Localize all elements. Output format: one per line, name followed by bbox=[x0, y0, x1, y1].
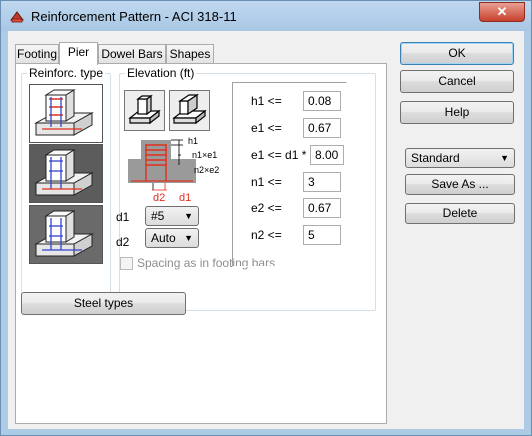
app-icon bbox=[10, 11, 24, 23]
chevron-down-icon: ▼ bbox=[184, 233, 193, 243]
pier-pattern-2-icon bbox=[34, 149, 94, 196]
parameters-panel: h1 <= 0.08 e1 <= 0.67 e1 <= d1 * 8.00 n1… bbox=[232, 82, 347, 267]
pier-tab-panel: Reinforc. type Elevation (ft) h1 n1×e1 n… bbox=[15, 63, 387, 424]
e1-d1-multiplier-input[interactable]: 8.00 bbox=[310, 145, 344, 165]
dialog-client: Footing Pier Dowel Bars Shapes Reinforc.… bbox=[8, 31, 524, 429]
param-label-n2: n2 <= bbox=[251, 228, 282, 242]
pier-pattern-1-icon bbox=[34, 89, 94, 136]
param-label-h1: h1 <= bbox=[251, 94, 282, 108]
delete-button[interactable]: Delete bbox=[405, 203, 515, 224]
steel-types-button[interactable]: Steel types bbox=[21, 292, 186, 315]
ok-button[interactable]: OK bbox=[400, 42, 514, 65]
reinforc-type-label: Reinforc. type bbox=[27, 66, 106, 80]
d2-label: d2 bbox=[116, 235, 130, 249]
preset-value: Standard bbox=[411, 151, 460, 165]
elevation-label: Elevation (ft) bbox=[125, 66, 197, 80]
tab-shapes[interactable]: Shapes bbox=[166, 44, 214, 64]
d2-bar-size-value: Auto bbox=[151, 231, 176, 245]
elevation-group: Elevation (ft) h1 n1×e1 n2×e2 d2 d1 d1 #… bbox=[116, 66, 376, 311]
n1-input[interactable]: 3 bbox=[303, 172, 341, 192]
param-label-e2: e2 <= bbox=[251, 201, 282, 215]
e1-input[interactable]: 0.67 bbox=[303, 118, 341, 138]
param-label-n1: n1 <= bbox=[251, 175, 282, 189]
tab-dowel-bars[interactable]: Dowel Bars bbox=[98, 44, 166, 64]
reinforc-type-group: Reinforc. type bbox=[21, 66, 111, 306]
diagram-label-n2e2: n2×e2 bbox=[194, 165, 220, 175]
save-as-button[interactable]: Save As ... bbox=[405, 174, 515, 195]
dialog-window: Reinforcement Pattern - ACI 318-11 ✕ Foo… bbox=[0, 0, 532, 436]
param-label-e1-d1: e1 <= d1 * bbox=[251, 148, 307, 162]
elevation-view-button-2[interactable] bbox=[169, 90, 210, 131]
elevation-view-button-1[interactable] bbox=[124, 90, 165, 131]
diagram-label-h1: h1 bbox=[188, 136, 199, 146]
reinforc-type-option-2[interactable] bbox=[29, 144, 103, 203]
h1-input[interactable]: 0.08 bbox=[303, 91, 341, 111]
preset-select[interactable]: Standard ▼ bbox=[405, 148, 515, 168]
cancel-button[interactable]: Cancel bbox=[400, 70, 514, 93]
spacing-as-footing-checkbox[interactable] bbox=[120, 257, 133, 270]
n2-input[interactable]: 5 bbox=[303, 225, 341, 245]
d1-bar-size-select[interactable]: #5 ▼ bbox=[145, 206, 199, 226]
e2-input[interactable]: 0.67 bbox=[303, 198, 341, 218]
param-label-e1: e1 <= bbox=[251, 121, 282, 135]
d2-bar-size-select[interactable]: Auto ▼ bbox=[145, 228, 199, 248]
diagram-label-d1: d1 bbox=[179, 192, 192, 204]
pier-elevation-icon bbox=[128, 94, 161, 125]
diagram-label-n1e1: n1×e1 bbox=[192, 150, 218, 160]
d1-label: d1 bbox=[116, 210, 130, 224]
chevron-down-icon: ▼ bbox=[184, 211, 193, 221]
window-title: Reinforcement Pattern - ACI 318-11 bbox=[31, 9, 237, 24]
help-button[interactable]: Help bbox=[400, 101, 514, 124]
close-button[interactable]: ✕ bbox=[479, 2, 525, 22]
tab-footing[interactable]: Footing bbox=[15, 44, 59, 64]
tab-pier[interactable]: Pier bbox=[59, 42, 98, 65]
d1-bar-size-value: #5 bbox=[151, 209, 165, 223]
pier-pattern-3-icon bbox=[34, 210, 94, 257]
chevron-down-icon: ▼ bbox=[500, 153, 509, 163]
title-bar: Reinforcement Pattern - ACI 318-11 ✕ bbox=[1, 1, 531, 31]
reinforc-type-option-1[interactable] bbox=[29, 84, 103, 143]
wall-elevation-icon bbox=[172, 93, 207, 125]
diagram-label-d2: d2 bbox=[153, 192, 166, 204]
reinforc-type-option-3[interactable] bbox=[29, 205, 103, 264]
